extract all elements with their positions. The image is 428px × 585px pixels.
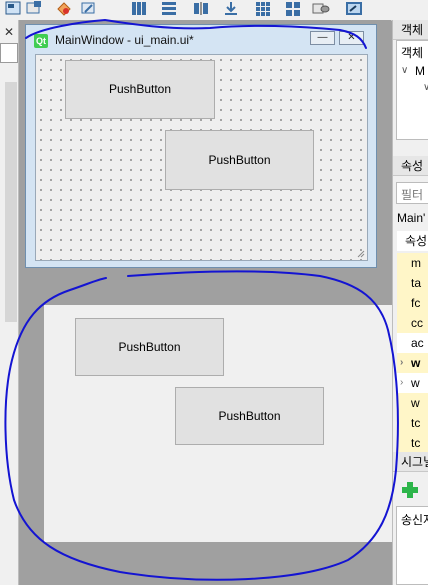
left-dock-scrollbar[interactable] <box>5 82 17 322</box>
left-dock: ✕ <box>0 20 19 585</box>
sender-column-header: 송신자 <box>401 513 428 527</box>
main-window-form[interactable]: Qt MainWindow - ui_main.ui* — ✕ PushButt… <box>25 24 377 268</box>
layout-vertical-icon[interactable] <box>160 0 178 17</box>
tab-order-icon[interactable] <box>25 0 43 17</box>
property-row[interactable]: fc <box>397 293 428 313</box>
property-row[interactable]: › w <box>397 353 428 373</box>
property-name: ac <box>411 336 424 350</box>
chevron-right-icon[interactable]: › <box>400 373 403 393</box>
minimize-icon[interactable]: — <box>310 31 335 45</box>
chevron-down-icon[interactable]: ∨ <box>401 65 408 76</box>
property-row[interactable]: m <box>397 253 428 273</box>
object-inspector-tree[interactable]: 객체 ∨ M ∨ <box>396 40 428 140</box>
close-icon[interactable]: ✕ <box>339 31 364 45</box>
property-row[interactable]: ac <box>397 333 428 353</box>
property-row[interactable]: tc <box>397 413 428 433</box>
preview-push-button[interactable]: PushButton <box>75 318 224 376</box>
object-column-header: 객체 <box>401 46 424 60</box>
qt-logo-icon: Qt <box>34 34 48 48</box>
resize-grip-icon[interactable] <box>357 250 365 258</box>
layout-splitter-icon[interactable] <box>192 0 210 17</box>
layout-grid-icon[interactable] <box>254 0 272 17</box>
property-row[interactable]: ta <box>397 273 428 293</box>
object-tree-item[interactable]: M <box>415 64 425 78</box>
property-row[interactable]: › w <box>397 373 428 393</box>
property-filter-input[interactable]: 필터 <box>396 182 428 204</box>
break-layout-icon[interactable] <box>284 0 302 17</box>
chevron-down-icon[interactable]: ∨ <box>423 82 428 93</box>
chevron-right-icon[interactable]: › <box>400 353 403 373</box>
property-editor-title: 속성 <box>393 156 428 176</box>
right-dock: 객체 객체 ∨ M ∨ 속성 필터 Main' 속성 m ta fc cc ac… <box>392 20 428 585</box>
property-name: w <box>411 376 420 390</box>
form-titlebar[interactable]: Qt MainWindow - ui_main.ui* — ✕ <box>26 25 376 53</box>
preview-push-button[interactable]: PushButton <box>175 387 324 445</box>
add-connection-icon[interactable] <box>400 480 420 500</box>
property-row[interactable]: w <box>397 393 428 413</box>
property-name: cc <box>411 316 423 330</box>
layout-horizontal-icon[interactable] <box>130 0 148 17</box>
layout-form-icon[interactable] <box>222 0 240 17</box>
form-push-button[interactable]: PushButton <box>165 130 314 190</box>
property-name: m <box>411 256 421 270</box>
widget-edit-icon[interactable] <box>4 0 22 17</box>
form-title: MainWindow - ui_main.ui* <box>55 33 194 47</box>
preview-bottom-margin <box>44 542 392 585</box>
close-icon[interactable]: ✕ <box>4 25 14 39</box>
property-row[interactable]: tc <box>397 433 428 453</box>
property-name: w <box>411 396 420 410</box>
form-canvas[interactable]: PushButton PushButton <box>35 54 368 261</box>
adjust-size-icon[interactable] <box>312 0 330 17</box>
class-label: Main' <box>397 211 426 225</box>
signal-slot-table[interactable]: 송신자 <box>396 506 428 585</box>
property-row[interactable]: cc <box>397 313 428 333</box>
property-name: fc <box>411 296 421 310</box>
buddy-icon[interactable] <box>55 0 73 17</box>
designer-toolbar <box>0 0 428 21</box>
preview-icon[interactable] <box>345 0 363 17</box>
form-push-button[interactable]: PushButton <box>65 60 215 119</box>
property-name: tc <box>411 416 421 430</box>
filter-placeholder: 필터 <box>401 188 424 202</box>
property-name: w <box>411 356 421 370</box>
signal-slot-editor-title: 시그널 <box>393 452 428 472</box>
signal-slot-icon[interactable] <box>80 0 98 17</box>
preview-window: PushButton PushButton <box>44 305 392 542</box>
property-name: tc <box>411 436 421 450</box>
property-name: ta <box>411 276 422 290</box>
left-dock-input[interactable] <box>0 43 18 63</box>
property-column-header: 속성 <box>397 231 428 251</box>
object-inspector-title: 객체 <box>393 20 428 40</box>
